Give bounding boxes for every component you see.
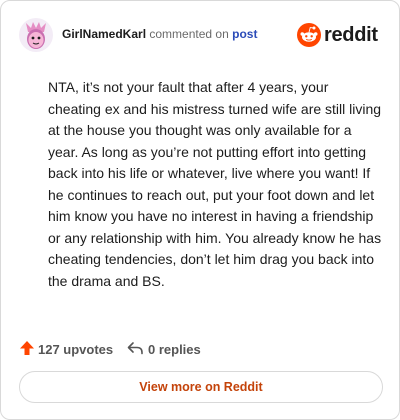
commented-on-text: commented on: [149, 27, 229, 41]
upvote-arrow-icon: [20, 341, 34, 355]
embedded-comment-card: GirlNamedKarl commented on post reddit N…: [0, 0, 400, 420]
comment-header: GirlNamedKarl commented on post reddit: [19, 16, 383, 56]
comment-byline: GirlNamedKarl commented on post: [62, 27, 257, 41]
author-username[interactable]: GirlNamedKarl: [62, 27, 146, 41]
comment-body: NTA, it’s not your fault that after 4 ye…: [48, 79, 382, 289]
comment-footer: 127 upvotes 0 replies: [19, 339, 381, 359]
view-more-on-reddit-button[interactable]: View more on Reddit: [19, 371, 383, 403]
upvote-count: 127 upvotes: [38, 342, 114, 357]
reddit-wordmark: reddit: [324, 24, 378, 46]
reply-count: 0 replies: [148, 342, 201, 357]
user-avatar[interactable]: [19, 18, 53, 52]
reddit-snoo-icon: [297, 23, 321, 47]
reddit-logo[interactable]: reddit: [297, 23, 383, 49]
reply-arrow-icon: [127, 342, 143, 355]
post-link[interactable]: post: [232, 27, 257, 41]
